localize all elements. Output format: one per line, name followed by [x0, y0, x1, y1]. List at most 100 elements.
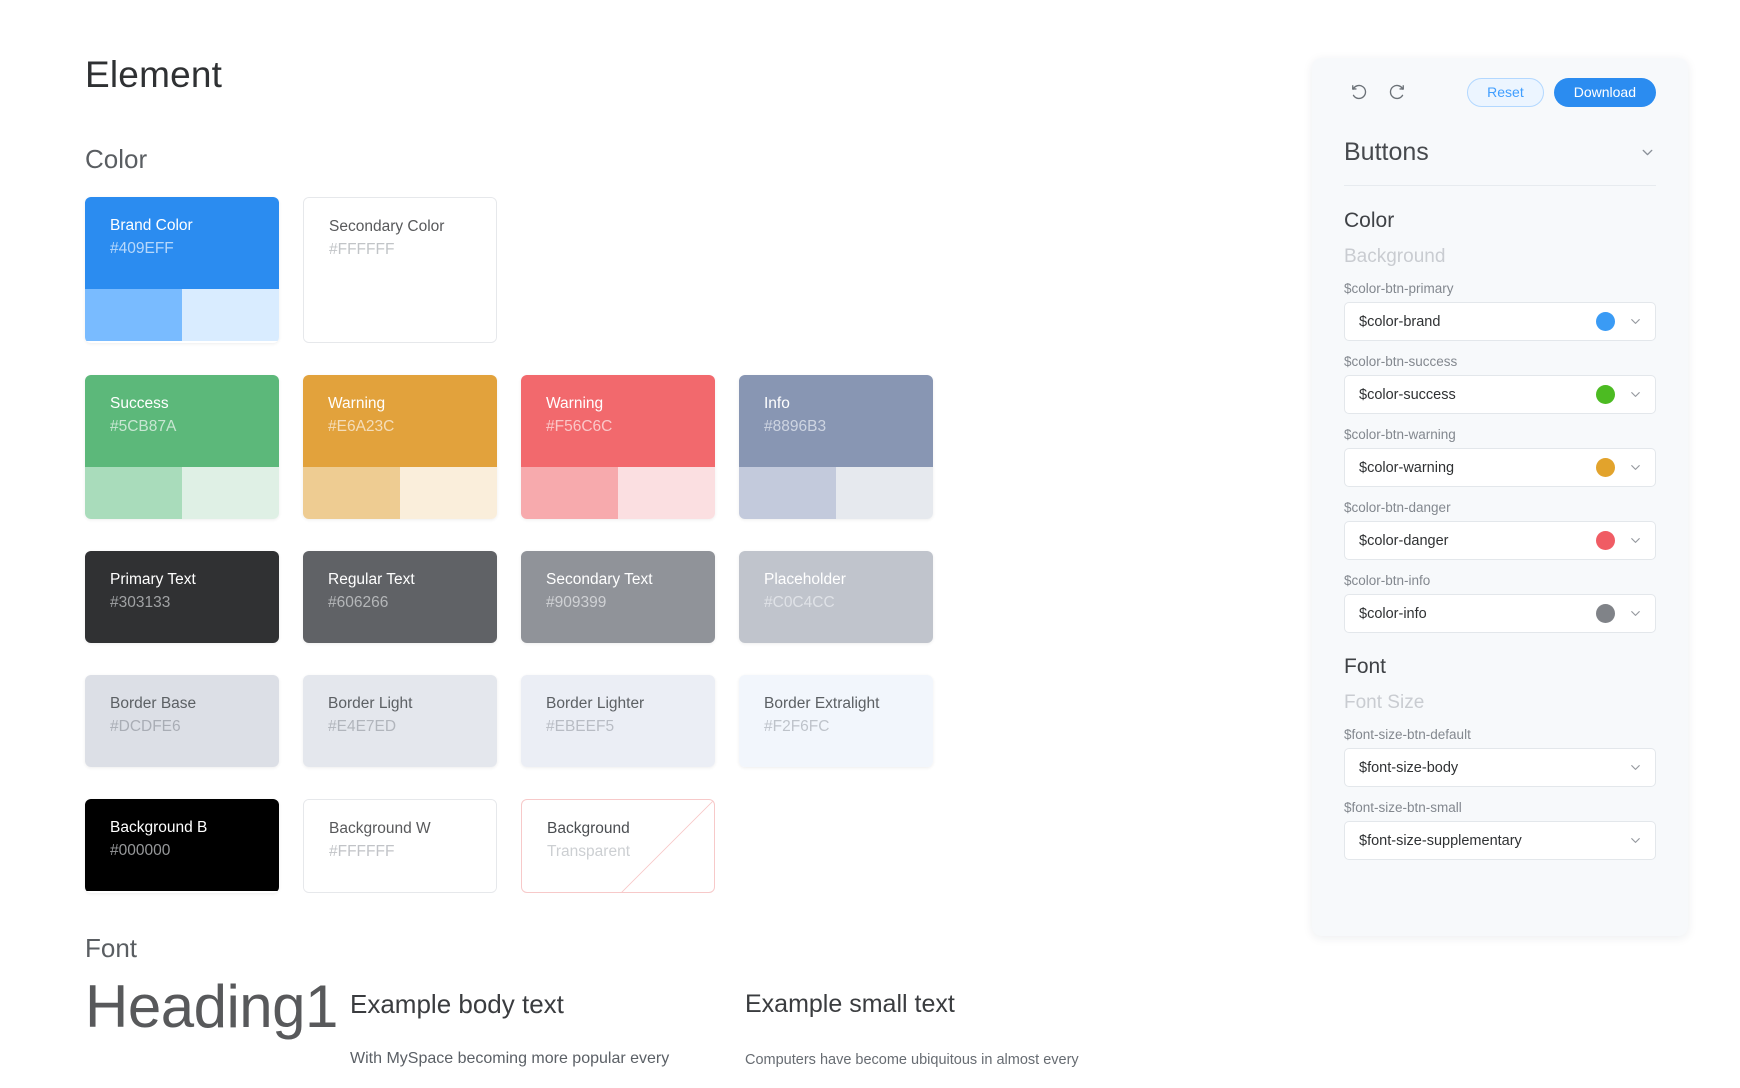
- chevron-down-icon[interactable]: [1628, 760, 1643, 775]
- token-select[interactable]: $color-info: [1344, 594, 1656, 633]
- color-swatch[interactable]: Info#8896B3: [739, 375, 933, 519]
- color-swatch[interactable]: Primary Text#303133: [85, 551, 279, 643]
- page-title: Element: [85, 55, 1275, 96]
- font-field-list: $font-size-btn-default$font-size-body$fo…: [1344, 727, 1656, 860]
- field-label: $color-btn-warning: [1344, 427, 1656, 442]
- color-swatch[interactable]: Border Extralight#F2F6FC: [739, 675, 933, 767]
- font-section-title: Font: [85, 933, 1275, 964]
- swatch-shade: [182, 467, 279, 519]
- swatch-hex-value: #F2F6FC: [764, 715, 908, 740]
- swatch-body: Secondary Text#909399: [521, 551, 715, 643]
- body-text-specimen: Example body text With MySpace becoming …: [350, 972, 745, 1073]
- swatch-body: Info#8896B3: [739, 375, 933, 467]
- swatch-shades: [739, 467, 933, 519]
- token-select-value: $color-warning: [1359, 460, 1596, 476]
- color-swatch[interactable]: Background W#FFFFFF: [303, 799, 497, 893]
- swatch-name: Secondary Color: [329, 215, 471, 238]
- swatch-name: Info: [764, 392, 908, 415]
- token-select[interactable]: $color-warning: [1344, 448, 1656, 487]
- body-text-title: Example body text: [350, 988, 745, 1022]
- swatch-name: Secondary Text: [546, 568, 690, 591]
- chevron-down-icon[interactable]: [1628, 460, 1643, 475]
- color-swatch-grid: Brand Color#409EFFSecondary Color#FFFFFF…: [85, 197, 1275, 893]
- buttons-section-title: Buttons: [1344, 138, 1429, 167]
- swatch-name: Background: [547, 817, 689, 840]
- swatch-body: Background W#FFFFFF: [304, 800, 496, 892]
- chevron-down-icon[interactable]: [1628, 533, 1643, 548]
- panel-toolbar: Reset Download: [1344, 58, 1656, 126]
- swatch-hex-value: #8896B3: [764, 415, 908, 440]
- swatch-body: Secondary Color#FFFFFF: [304, 198, 496, 342]
- swatch-name: Border Extralight: [764, 692, 908, 715]
- token-select[interactable]: $color-success: [1344, 375, 1656, 414]
- token-select-value: $color-info: [1359, 606, 1596, 622]
- swatch-shade: [182, 289, 279, 341]
- color-swatch[interactable]: Border Lighter#EBEEF5: [521, 675, 715, 767]
- swatch-shade: [303, 467, 400, 519]
- token-select-value: $color-danger: [1359, 533, 1596, 549]
- swatch-body: Warning#E6A23C: [303, 375, 497, 467]
- color-swatch[interactable]: Secondary Color#FFFFFF: [303, 197, 497, 343]
- swatch-body: Border Light#E4E7ED: [303, 675, 497, 767]
- chevron-down-icon[interactable]: [1628, 606, 1643, 621]
- token-select-value: $font-size-supplementary: [1359, 833, 1628, 849]
- swatch-hex-value: #EBEEF5: [546, 715, 690, 740]
- token-select[interactable]: $font-size-supplementary: [1344, 821, 1656, 860]
- color-swatch[interactable]: Success#5CB87A: [85, 375, 279, 519]
- swatch-hex-value: #409EFF: [110, 237, 254, 262]
- redo-icon[interactable]: [1381, 77, 1411, 107]
- color-swatch[interactable]: Brand Color#409EFF: [85, 197, 279, 343]
- swatch-body: Brand Color#409EFF: [85, 197, 279, 289]
- swatch-shades: [303, 467, 497, 519]
- color-swatch[interactable]: Background B#000000: [85, 799, 279, 893]
- field-label: $color-btn-danger: [1344, 500, 1656, 515]
- color-group-title: Color: [1344, 209, 1656, 233]
- color-swatch[interactable]: Warning#F56C6C: [521, 375, 715, 519]
- color-preview-dot: [1596, 604, 1615, 623]
- swatch-name: Warning: [546, 392, 690, 415]
- color-swatch[interactable]: Placeholder#C0C4CC: [739, 551, 933, 643]
- font-group-title: Font: [1344, 655, 1656, 679]
- swatch-body: Success#5CB87A: [85, 375, 279, 467]
- token-select[interactable]: $color-danger: [1344, 521, 1656, 560]
- token-select-value: $color-success: [1359, 387, 1596, 403]
- download-button[interactable]: Download: [1554, 78, 1656, 107]
- undo-icon[interactable]: [1344, 77, 1374, 107]
- swatch-hex-value: #303133: [110, 591, 254, 616]
- swatch-shades: [521, 467, 715, 519]
- swatch-hex-value: #606266: [328, 591, 472, 616]
- color-swatch-row: Success#5CB87A Warning#E6A23C Warning#F56C…: [85, 375, 1275, 519]
- swatch-shades: [85, 467, 279, 519]
- color-swatch-row: Border Base#DCDFE6 Border Light#E4E7ED Bor…: [85, 675, 1275, 767]
- buttons-section-header[interactable]: Buttons: [1344, 126, 1656, 186]
- color-swatch[interactable]: Regular Text#606266: [303, 551, 497, 643]
- color-swatch[interactable]: Secondary Text#909399: [521, 551, 715, 643]
- swatch-hex-value: #DCDFE6: [110, 715, 254, 740]
- field-label: $color-btn-primary: [1344, 281, 1656, 296]
- swatch-body: Background B#000000: [85, 799, 279, 891]
- color-swatch[interactable]: Border Light#E4E7ED: [303, 675, 497, 767]
- swatch-shade: [739, 467, 836, 519]
- reset-button[interactable]: Reset: [1467, 78, 1544, 107]
- color-swatch[interactable]: Border Base#DCDFE6: [85, 675, 279, 767]
- color-swatch[interactable]: BackgroundTransparent: [521, 799, 715, 893]
- swatch-shade: [85, 467, 182, 519]
- chevron-down-icon[interactable]: [1628, 833, 1643, 848]
- heading1-specimen: Heading1: [85, 972, 350, 1041]
- token-select[interactable]: $font-size-body: [1344, 748, 1656, 787]
- small-text-specimen: Example small text Computers have become…: [745, 972, 1140, 1072]
- color-swatch[interactable]: Warning#E6A23C: [303, 375, 497, 519]
- chevron-down-icon[interactable]: [1628, 314, 1643, 329]
- chevron-down-icon[interactable]: [1628, 387, 1643, 402]
- swatch-hex-value: #FFFFFF: [329, 840, 471, 865]
- swatch-shade: [618, 467, 715, 519]
- swatch-name: Success: [110, 392, 254, 415]
- chevron-down-icon[interactable]: [1639, 144, 1656, 161]
- swatch-name: Brand Color: [110, 214, 254, 237]
- token-select[interactable]: $color-brand: [1344, 302, 1656, 341]
- field-label: $font-size-btn-small: [1344, 800, 1656, 815]
- font-group-subtitle: Font Size: [1344, 692, 1656, 714]
- color-preview-dot: [1596, 385, 1615, 404]
- swatch-hex-value: Transparent: [547, 840, 689, 865]
- swatch-hex-value: #E4E7ED: [328, 715, 472, 740]
